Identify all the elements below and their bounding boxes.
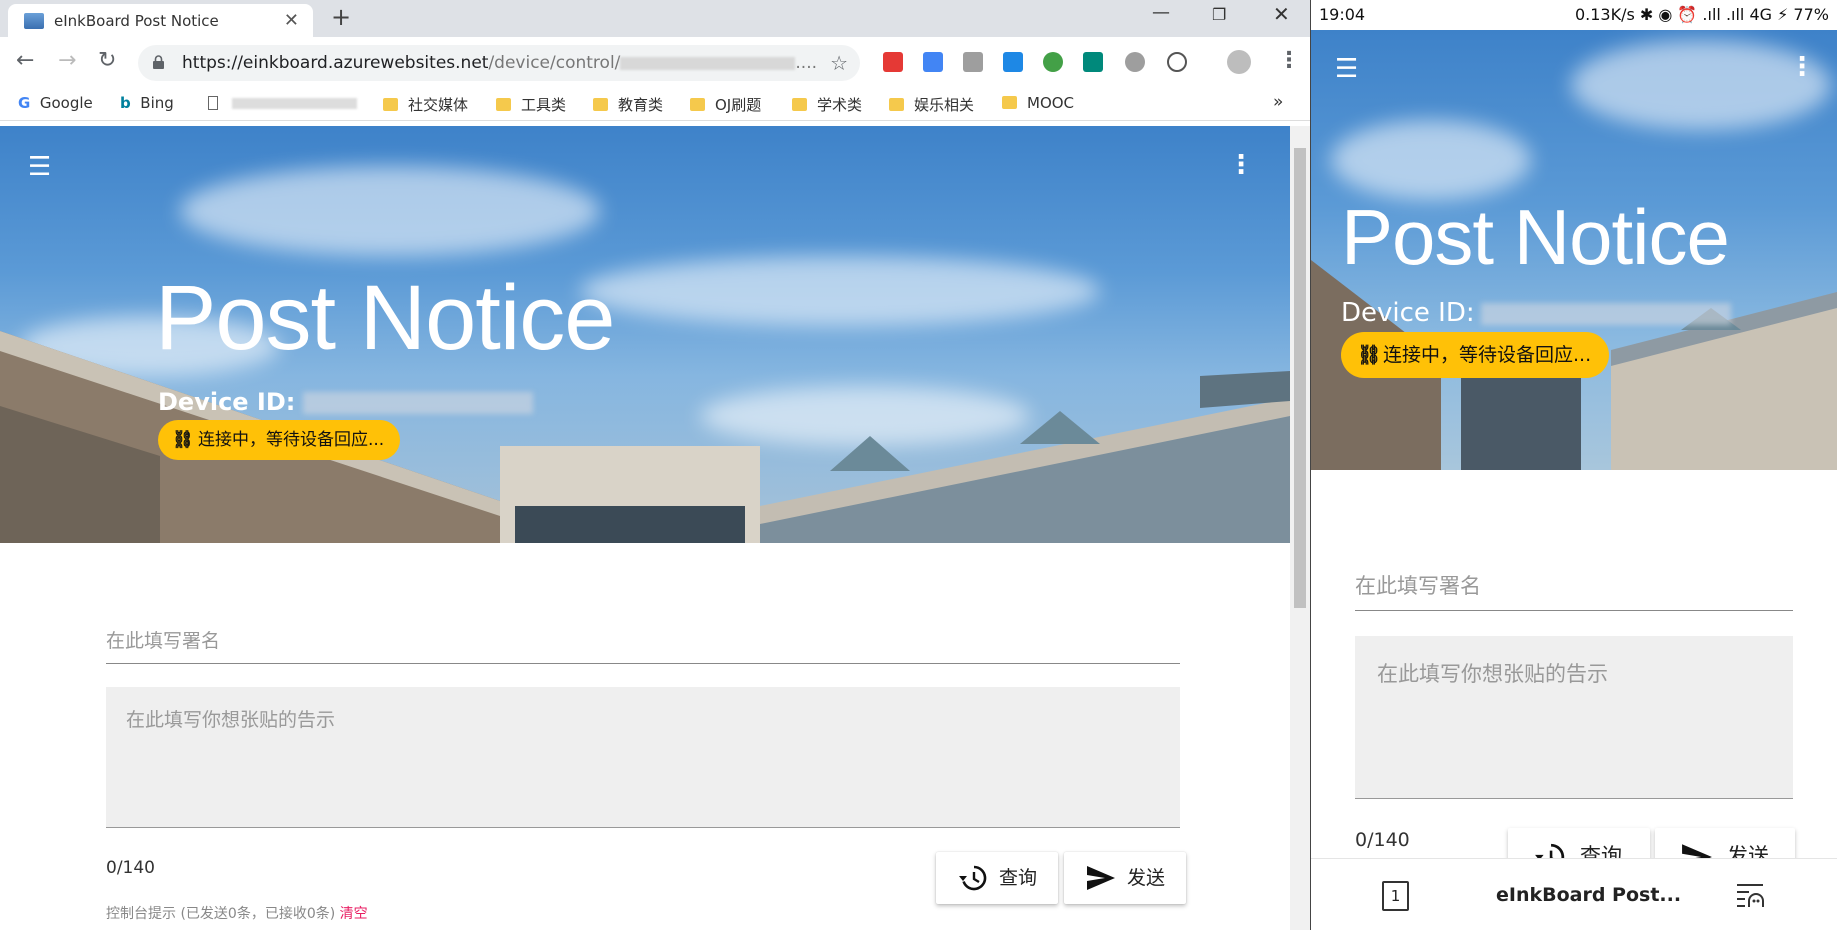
bookmark-folder-mooc[interactable]: MOOC	[1002, 94, 1074, 112]
more-options-icon[interactable]: ⋮	[1228, 150, 1254, 180]
device-id-redacted	[1480, 302, 1731, 325]
restore-icon[interactable]: ❐	[1212, 5, 1226, 24]
bookmark-folder-entertainment[interactable]: 娱乐相关	[889, 94, 974, 115]
browser-menu-icon[interactable]: ⋮	[1278, 48, 1300, 73]
console-hint: 控制台提示 (已发送0条，已接收0条) 清空	[106, 906, 368, 922]
bookmark-folder-social[interactable]: 社交媒体	[383, 94, 468, 115]
notice-textarea[interactable]	[1355, 636, 1793, 798]
extension-calendar-icon[interactable]	[1003, 52, 1023, 72]
reader-mode-icon[interactable]	[1735, 881, 1765, 909]
device-id: Device ID:	[158, 388, 534, 416]
browser-toolbar: ← → ↻ https://einkboard.azurewebsites.ne…	[0, 37, 1310, 87]
broken-link-icon: ⛓	[1357, 344, 1382, 366]
browser-tab[interactable]: eInkBoard Post Notice ✕	[8, 4, 313, 37]
char-counter: 0/140	[106, 858, 155, 878]
address-bar[interactable]: https://einkboard.azurewebsites.net/devi…	[138, 45, 860, 81]
bookmark-blurred-page[interactable]	[208, 94, 357, 112]
web-page-content: ☰ ⋮ Post Notice Device ID: ⛓ 连接中，等待设备回应..…	[0, 126, 1290, 930]
extension-flag-icon[interactable]	[883, 52, 903, 72]
tab-strip: eInkBoard Post Notice ✕ + — ❐ ✕	[0, 0, 1310, 37]
bookmark-bing[interactable]: b Bing	[120, 94, 174, 112]
forward-arrow-icon[interactable]: →	[58, 48, 76, 73]
signature-field[interactable]	[106, 622, 1180, 664]
notice-textarea[interactable]	[106, 687, 1180, 827]
tab-switcher-button[interactable]: 1	[1382, 881, 1409, 911]
lock-icon	[153, 55, 164, 69]
broken-link-icon: ⛓	[172, 430, 194, 450]
site-favicon	[24, 13, 44, 29]
tab-close-icon[interactable]: ✕	[284, 10, 299, 31]
notice-textarea-wrapper[interactable]	[106, 687, 1180, 828]
bookmarks-overflow-icon[interactable]: »	[1273, 92, 1283, 112]
hamburger-menu-icon[interactable]: ☰	[28, 152, 51, 182]
desktop-browser-window: eInkBoard Post Notice ✕ + — ❐ ✕ ← → ↻ ht…	[0, 0, 1310, 930]
extension-evernote-icon[interactable]	[1043, 52, 1063, 72]
extension-translate-icon[interactable]	[923, 52, 943, 72]
hamburger-menu-icon[interactable]: ☰	[1335, 54, 1358, 84]
console-clear-link[interactable]: 清空	[340, 906, 368, 922]
back-arrow-icon[interactable]: ←	[16, 48, 34, 73]
hero-banner: ☰ ⋮ Post Notice Device ID: ⛓ 连接中，等待设备回应..…	[0, 126, 1290, 543]
extension-translator-icon[interactable]	[1083, 52, 1103, 72]
bookmark-google[interactable]: G Google	[18, 94, 93, 112]
bookmark-folder-academic[interactable]: 学术类	[792, 94, 862, 115]
notice-textarea-wrapper[interactable]	[1355, 636, 1793, 799]
page-scrollbar[interactable]	[1290, 126, 1310, 930]
phone-browser-bottom-bar: 1 eInkBoard Post...	[1311, 858, 1837, 930]
device-id: Device ID:	[1341, 298, 1731, 328]
connection-status-chip: ⛓连接中，等待设备回应...	[1341, 332, 1610, 378]
device-id-redacted	[303, 392, 534, 414]
query-button-label: 查询	[999, 867, 1038, 889]
phone-page-title: eInkBoard Post...	[1496, 884, 1682, 906]
bookmark-folder-oj[interactable]: OJ刷题	[690, 94, 761, 115]
tab-title: eInkBoard Post Notice	[54, 12, 219, 30]
status-indicators: 0.13K/s ✱ ◉ ⏰ .ıll .ıll 4G ⚡ 77%	[1574, 5, 1829, 24]
connection-status-chip: ⛓连接中，等待设备回应...	[158, 420, 401, 460]
signature-input[interactable]	[1355, 565, 1793, 609]
bookmarks-bar: G Google b Bing 社交媒体 工具类 教育类 OJ刷题 学术类 娱乐…	[0, 87, 1310, 121]
query-button[interactable]: 查询	[936, 852, 1058, 904]
extension-sync-icon[interactable]	[1167, 52, 1187, 72]
send-icon	[1087, 866, 1115, 890]
status-time: 19:04	[1319, 5, 1366, 24]
hero-title: Post Notice	[1341, 193, 1730, 281]
bookmark-star-icon[interactable]: ☆	[830, 51, 848, 75]
phone-screen: 19:04 0.13K/s ✱ ◉ ⏰ .ıll .ıll 4G ⚡ 77% ☰…	[1311, 0, 1837, 930]
send-button-label: 发送	[1127, 867, 1166, 889]
reload-icon[interactable]: ↻	[98, 48, 116, 73]
signature-input[interactable]	[106, 622, 1180, 662]
url-text: https://einkboard.azurewebsites.net/devi…	[182, 53, 818, 73]
extension-ghost-icon[interactable]	[1125, 52, 1145, 72]
scrollbar-thumb[interactable]	[1294, 148, 1306, 608]
profile-avatar[interactable]	[1227, 50, 1251, 74]
bookmark-folder-education[interactable]: 教育类	[593, 94, 663, 115]
minimize-icon[interactable]: —	[1152, 2, 1170, 23]
hero-title: Post Notice	[155, 267, 615, 369]
extension-grid-icon[interactable]	[963, 52, 983, 72]
new-tab-button[interactable]: +	[331, 3, 351, 31]
history-icon	[959, 865, 987, 891]
char-counter: 0/140	[1355, 829, 1410, 851]
more-options-icon[interactable]: ⋮	[1789, 52, 1815, 82]
send-button[interactable]: 发送	[1064, 852, 1186, 904]
bookmark-folder-tools[interactable]: 工具类	[496, 94, 566, 115]
window-close-icon[interactable]: ✕	[1273, 2, 1290, 26]
phone-status-bar: 19:04 0.13K/s ✱ ◉ ⏰ .ıll .ıll 4G ⚡ 77%	[1311, 0, 1837, 30]
phone-hero-banner: ☰ ⋮ Post Notice Device ID: ⛓连接中，等待设备回应..…	[1311, 30, 1837, 470]
signature-field[interactable]	[1355, 565, 1793, 611]
